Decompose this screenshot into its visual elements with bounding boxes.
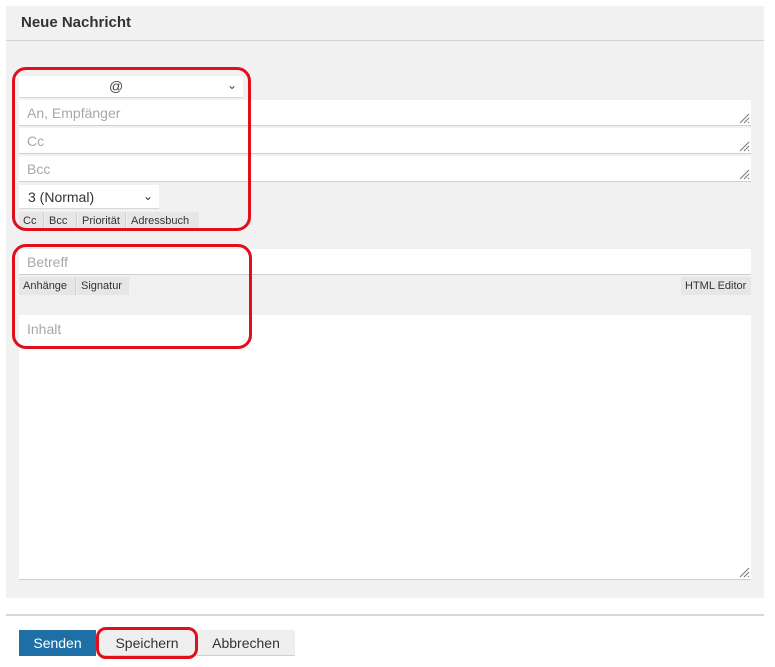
resize-grip-icon[interactable] <box>738 112 750 124</box>
panel-header: Neue Nachricht <box>6 6 764 41</box>
resize-grip-icon[interactable] <box>738 566 750 578</box>
page-title: Neue Nachricht <box>21 14 132 31</box>
cancel-button[interactable]: Abbrechen <box>197 630 295 656</box>
send-button[interactable]: Senden <box>19 630 96 656</box>
resize-grip-icon[interactable] <box>738 168 750 180</box>
highlight-subject-content <box>12 244 252 349</box>
resize-grip-icon[interactable] <box>738 140 750 152</box>
highlight-save <box>96 627 198 659</box>
footer-divider <box>6 614 764 616</box>
content-textarea[interactable]: Inhalt <box>19 315 751 580</box>
highlight-recipients <box>12 67 251 231</box>
html-editor-button[interactable]: HTML Editor <box>681 277 751 295</box>
